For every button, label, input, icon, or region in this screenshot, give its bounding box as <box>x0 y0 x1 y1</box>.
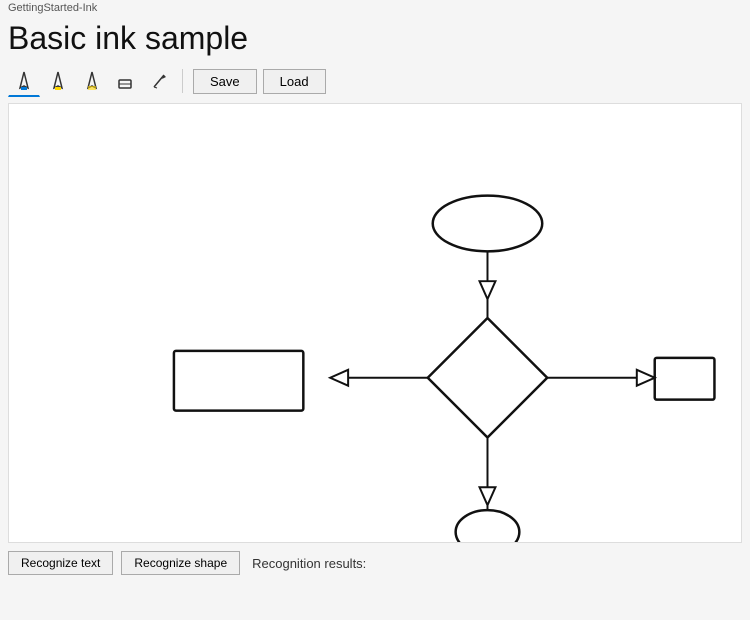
recognize-shape-button[interactable]: Recognize shape <box>121 551 240 575</box>
load-button[interactable]: Load <box>263 69 326 94</box>
load-label: Load <box>280 74 309 89</box>
highlighter-tool[interactable] <box>76 65 108 97</box>
recognize-text-label: Recognize text <box>21 556 100 570</box>
save-button[interactable]: Save <box>193 69 257 94</box>
pencil-tool[interactable] <box>144 65 176 97</box>
page-title-text: Basic ink sample <box>8 20 248 56</box>
pen-tool-1[interactable] <box>8 65 40 97</box>
eraser-tool[interactable] <box>110 65 142 97</box>
save-label: Save <box>210 74 240 89</box>
pen-tool-2[interactable] <box>42 65 74 97</box>
bottom-bar: Recognize text Recognize shape Recogniti… <box>0 543 750 583</box>
ink-canvas[interactable] <box>8 103 742 543</box>
app-title: GettingStarted-Ink <box>8 2 97 14</box>
recognize-shape-label: Recognize shape <box>134 556 227 570</box>
toolbar: Save Load <box>0 63 750 103</box>
title-bar: GettingStarted-Ink <box>0 0 750 16</box>
page-title: Basic ink sample <box>0 16 750 63</box>
recognition-results-label: Recognition results: <box>252 556 366 571</box>
toolbar-divider <box>182 69 183 93</box>
recognize-text-button[interactable]: Recognize text <box>8 551 113 575</box>
